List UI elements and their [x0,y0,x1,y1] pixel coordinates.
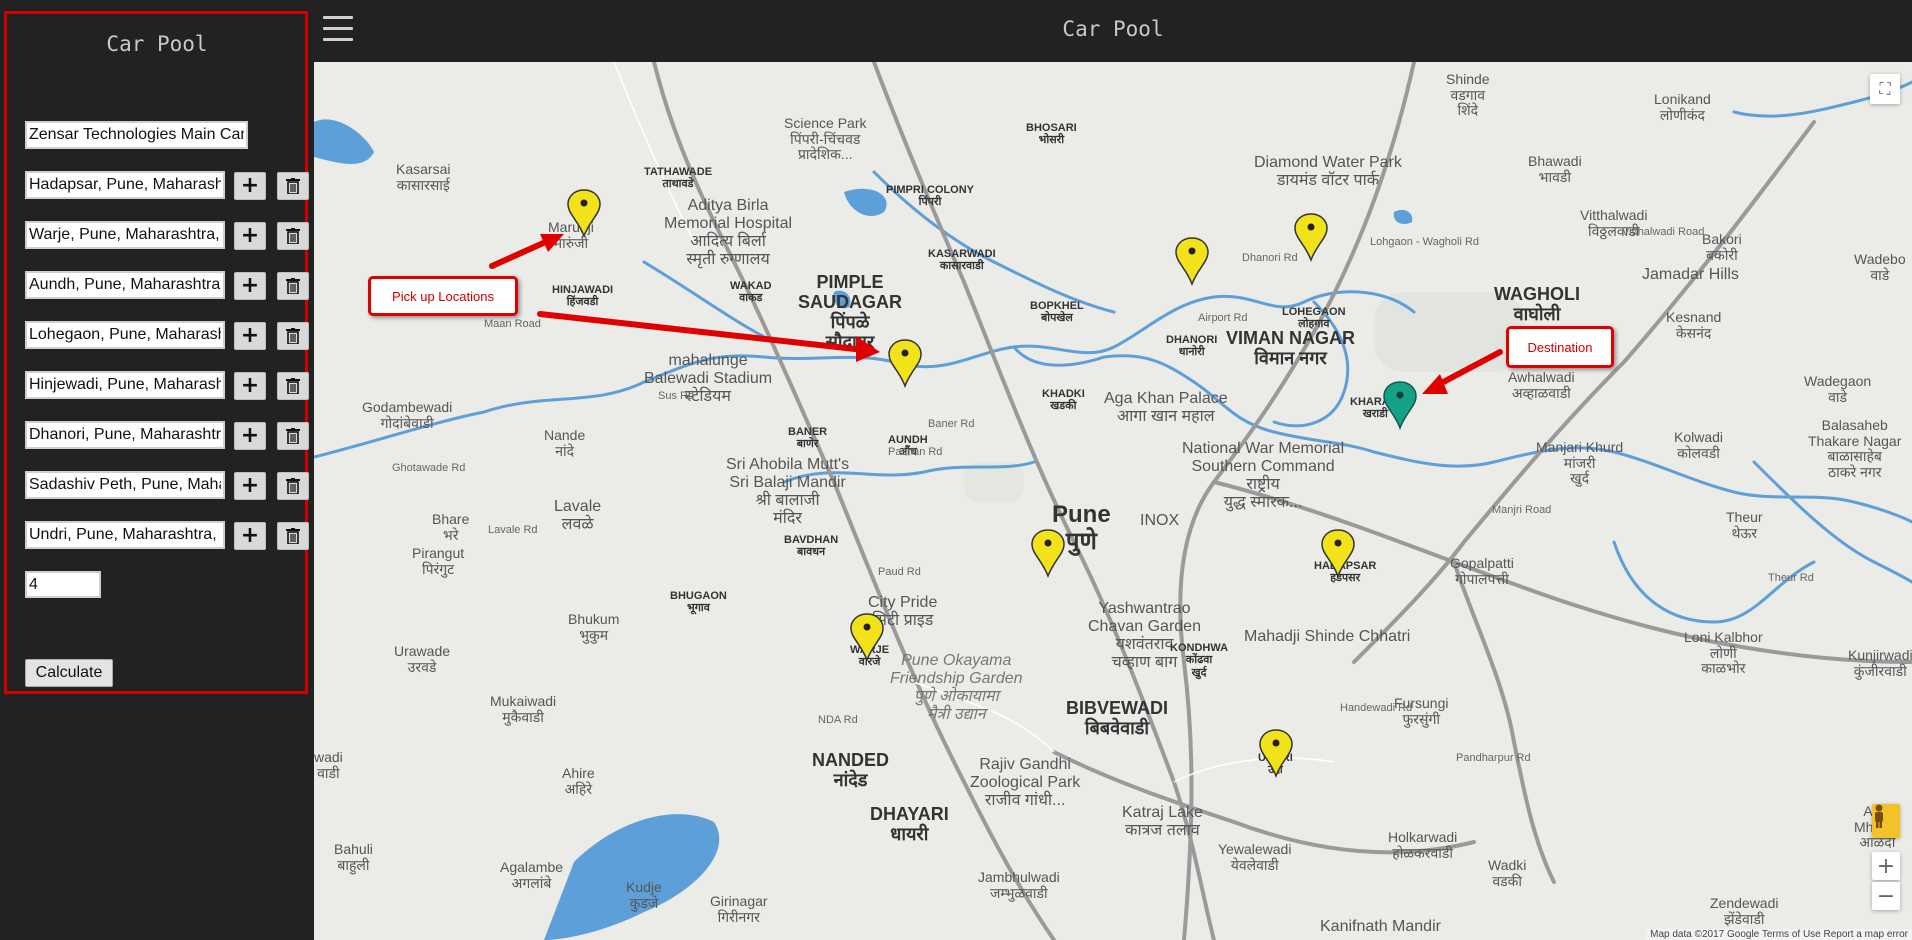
trash-icon [286,178,300,194]
delete-location-button[interactable] [277,172,309,200]
add-location-button[interactable]: + [234,272,266,300]
delete-location-button[interactable] [277,222,309,250]
marker-layer [489,189,1503,777]
destination-input[interactable] [25,121,248,149]
map-footer: Map data ©2017 Google Terms of Use Repor… [1646,929,1912,940]
pickup-pin-icon[interactable] [567,189,601,237]
delete-location-button[interactable] [277,422,309,450]
delete-location-button[interactable] [277,522,309,550]
plus-icon: + [240,273,260,298]
sidebar: Car Pool + + + + + + [0,0,314,940]
pickup-locations-callout: Pick up Locations [368,276,518,316]
plus-icon: + [240,373,260,398]
delete-location-button[interactable] [277,272,309,300]
location-input[interactable] [25,421,225,449]
plus-icon: + [240,473,260,498]
add-location-button[interactable]: + [234,222,266,250]
trash-icon [286,378,300,394]
location-input[interactable] [25,271,225,299]
arrow-icon [537,311,867,353]
add-location-button[interactable]: + [234,172,266,200]
location-input[interactable] [25,471,225,499]
trash-icon [286,428,300,444]
add-location-button[interactable]: + [234,372,266,400]
location-input[interactable] [25,521,225,549]
delete-location-button[interactable] [277,322,309,350]
destination-callout: Destination [1506,326,1614,368]
delete-location-button[interactable] [277,472,309,500]
pickup-pin-icon[interactable] [1294,213,1328,261]
arrowhead-icon [856,336,880,362]
plus-icon: + [240,323,260,348]
trash-icon [286,228,300,244]
trash-icon [286,328,300,344]
add-location-button[interactable]: + [234,472,266,500]
location-input[interactable] [25,221,225,249]
location-input[interactable] [25,371,225,399]
location-input[interactable] [25,321,225,349]
plus-icon: + [240,423,260,448]
arrow-icon [489,237,553,269]
pickup-pin-icon[interactable] [1175,237,1209,285]
street-view-pegman-icon[interactable] [1872,804,1900,838]
plus-icon: + [240,173,260,198]
trash-icon [286,478,300,494]
destination-pin-icon[interactable] [1383,381,1417,431]
delete-location-button[interactable] [277,372,309,400]
calculate-button[interactable]: Calculate [25,659,113,687]
pickup-pin-icon[interactable] [1259,729,1293,777]
plus-icon: + [240,223,260,248]
app-title: Car Pool [1062,17,1164,41]
passenger-count-input[interactable] [25,571,101,598]
map-canvas[interactable]: Kasarsai कासारसाई Marunji मारुंजी HINJAWAD… [314,62,1912,940]
add-location-button[interactable]: + [234,522,266,550]
trash-icon [286,278,300,294]
add-location-button[interactable]: + [234,422,266,450]
add-location-button[interactable]: + [234,322,266,350]
pickup-pin-icon[interactable] [888,339,922,387]
pickup-pin-icon[interactable] [1031,529,1065,577]
car-pool-app: Car Pool + + + + + + [0,0,1912,940]
trash-icon [286,528,300,544]
zoom-in-button[interactable]: + [1872,852,1900,880]
pickup-pin-icon[interactable] [850,613,884,661]
location-input[interactable] [25,171,225,199]
pickup-pin-icon[interactable] [1321,529,1355,577]
plus-icon: + [240,523,260,548]
zoom-out-button[interactable]: − [1872,882,1900,910]
sidebar-title: Car Pool [106,32,208,56]
fullscreen-icon[interactable]: ⛶ [1870,74,1900,104]
